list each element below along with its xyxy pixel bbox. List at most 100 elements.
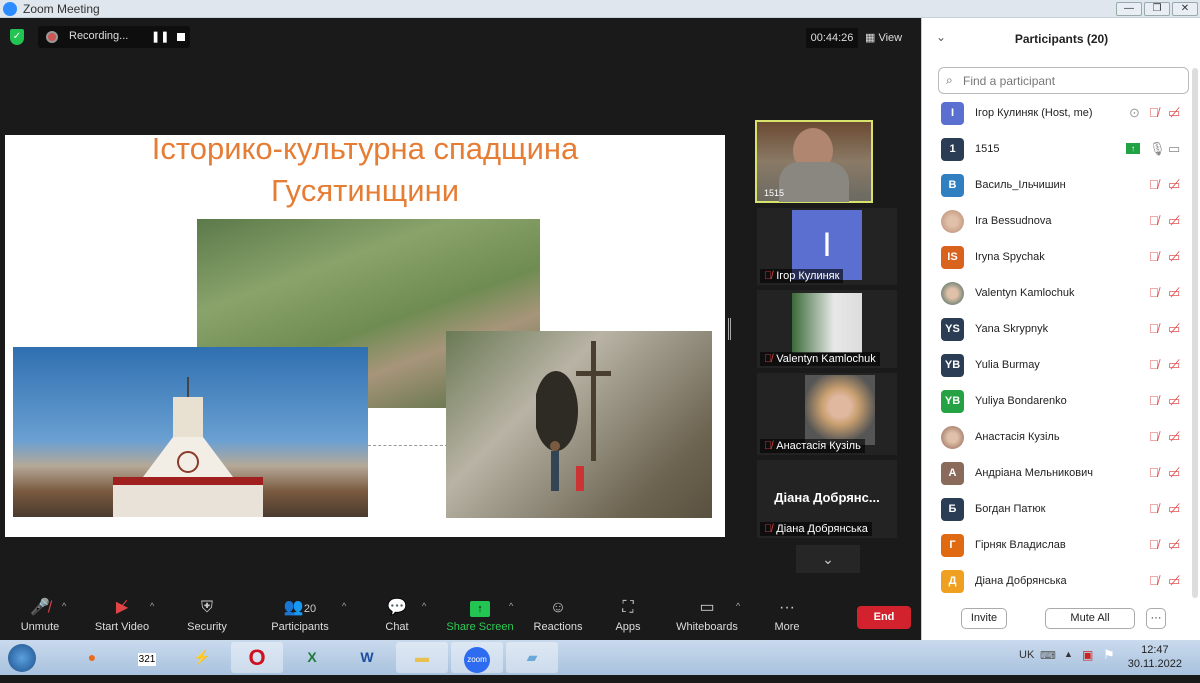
zoom-taskbar-button[interactable]: zoom: [451, 642, 503, 673]
participant-row[interactable]: YB Yulia Burmay 🎙̸ ▭̸: [922, 348, 1200, 384]
video-off-icon: ▭̸: [1168, 249, 1181, 264]
security-shield-icon[interactable]: ✓: [10, 29, 24, 45]
media-player-taskbar-button[interactable]: 321: [121, 642, 173, 673]
search-input[interactable]: ⌕ Find a participant: [938, 67, 1189, 94]
video-label: 🎙̸ Valentyn Kamlochuk: [760, 352, 880, 366]
participant-row[interactable]: Ira Bessudnova 🎙̸ ▭̸: [922, 204, 1200, 240]
participant-video: [805, 375, 875, 445]
mute-all-button[interactable]: Mute All: [1045, 608, 1135, 629]
participant-name: Ira Bessudnova: [975, 215, 1052, 227]
restore-button[interactable]: ❐: [1144, 2, 1170, 16]
view-grid-icon: ▦: [865, 32, 879, 44]
recording-dot-icon: [46, 31, 58, 43]
invite-button[interactable]: Invite: [961, 608, 1007, 629]
participant-row[interactable]: Г Гірняк Владислав 🎙̸ ▭̸: [922, 528, 1200, 564]
video-off-icon: ▭̸: [1168, 501, 1181, 516]
participants-button[interactable]: 👥20 Participants: [270, 595, 330, 633]
participant-name-display: Діана Добрянс...: [774, 490, 880, 505]
video-off-icon: ▭̸: [1168, 105, 1181, 120]
unmute-button[interactable]: 🎤̸ Unmute: [14, 595, 66, 633]
participant-name: Yana Skrypnyk: [975, 323, 1049, 335]
end-meeting-button[interactable]: End: [857, 606, 911, 629]
firefox-taskbar-button[interactable]: ●: [66, 642, 118, 673]
participant-row[interactable]: Д Діана Добрянська 🎙̸ ▭̸: [922, 564, 1200, 600]
audio-options-caret[interactable]: ^: [62, 601, 66, 611]
participant-name: Василь_Ільчишин: [975, 179, 1066, 191]
participant-row[interactable]: 1 1515 ↑ 🎙 ▭: [922, 132, 1200, 168]
participant-row[interactable]: YB Yuliya Bondarenko 🎙̸ ▭̸: [922, 384, 1200, 420]
muted-mic-icon: 🎤̸: [30, 599, 50, 616]
language-indicator[interactable]: UK: [1019, 649, 1034, 661]
notepad-taskbar-button[interactable]: ▰: [506, 642, 558, 673]
muted-mic-icon: 🎙̸: [1149, 429, 1159, 444]
action-center-flag-icon[interactable]: ⚑: [1103, 647, 1115, 663]
video-tile[interactable]: Діана Добрянс... 🎙̸ Діана Добрянська: [757, 460, 897, 538]
chat-icon: 💬: [387, 599, 407, 616]
keyboard-icon[interactable]: ⌨: [1040, 649, 1056, 662]
muted-mic-icon: 🎙̸: [764, 353, 773, 365]
show-hidden-icons-icon[interactable]: ▲: [1064, 649, 1073, 659]
start-button[interactable]: [2, 642, 42, 673]
reactions-button[interactable]: ☺ Reactions: [532, 595, 584, 633]
video-tile[interactable]: 🎙̸ Анастасія Кузіль: [757, 373, 897, 455]
shared-slide: Історико-культурна спадщина Гусятинщини: [5, 131, 725, 537]
start-video-button[interactable]: ▶̸ Start Video: [92, 595, 152, 633]
stop-recording-button[interactable]: [177, 33, 185, 41]
participant-row[interactable]: Б Богдан Патюк 🎙̸ ▭̸: [922, 492, 1200, 528]
view-button[interactable]: ▦ View: [865, 28, 915, 48]
chat-button[interactable]: 💬 Chat: [380, 595, 414, 633]
sharing-icon: ↑: [1126, 143, 1140, 154]
word-taskbar-button[interactable]: W: [341, 642, 393, 673]
participant-row[interactable]: Анастасія Кузіль 🎙̸ ▭̸: [922, 420, 1200, 456]
opera-taskbar-button[interactable]: O: [231, 642, 283, 673]
video-tile[interactable]: 🎙̸ Valentyn Kamlochuk: [757, 290, 897, 368]
excel-taskbar-button[interactable]: X: [286, 642, 338, 673]
share-screen-button[interactable]: ↑ Share Screen: [446, 595, 514, 633]
windows-taskbar: ● 321 ⚡ O X W ▬ zoom ▰ UK ⌨ ▲ ▣ ⚑ 12:47 3…: [0, 640, 1200, 675]
video-tile-active[interactable]: 1515: [755, 120, 873, 203]
video-options-caret[interactable]: ^: [150, 601, 154, 611]
explorer-taskbar-button[interactable]: ▬: [396, 642, 448, 673]
participant-row[interactable]: В Василь_Ільчишин 🎙̸ ▭̸: [922, 168, 1200, 204]
video-label: 🎙̸ Анастасія Кузіль: [760, 439, 865, 453]
participant-name: Ігор Кулиняк (Host, me): [975, 107, 1093, 119]
tray-app-icon[interactable]: ▣: [1082, 648, 1093, 662]
whiteboards-button[interactable]: ▭ Whiteboards: [674, 595, 740, 633]
scroll-down-button[interactable]: ⌄: [796, 545, 860, 573]
panel-resize-handle[interactable]: [728, 318, 731, 340]
more-options-button[interactable]: ···: [1146, 608, 1166, 629]
participant-row[interactable]: I Ігор Кулиняк (Host, me) ⊙ 🎙̸ ▭̸: [922, 96, 1200, 132]
more-button[interactable]: ··· More: [772, 595, 802, 633]
windows-logo-icon: [8, 644, 36, 672]
avatar: [941, 210, 964, 233]
avatar: В: [941, 174, 964, 197]
clock[interactable]: 12:47 30.11.2022: [1128, 643, 1182, 671]
chat-options-caret[interactable]: ^: [422, 601, 426, 611]
scrollbar[interactable]: [1192, 68, 1198, 598]
whiteboard-icon: ▭: [699, 599, 715, 616]
muted-mic-icon: 🎙̸: [764, 523, 773, 535]
whiteboards-options-caret[interactable]: ^: [736, 601, 740, 611]
video-label: 🎙̸ Ігор Кулиняк: [760, 269, 844, 283]
winamp-taskbar-button[interactable]: ⚡: [176, 642, 228, 673]
pause-recording-button[interactable]: ❚❚: [151, 30, 169, 43]
share-screen-icon: ↑: [446, 595, 514, 621]
security-button[interactable]: ⛨ Security: [183, 595, 231, 633]
participant-row[interactable]: Valentyn Kamlochuk 🎙̸ ▭̸: [922, 276, 1200, 312]
minimize-button[interactable]: —: [1116, 2, 1142, 16]
cross-illustration: [536, 341, 611, 491]
share-options-caret[interactable]: ^: [509, 601, 513, 611]
avatar: Д: [941, 570, 964, 593]
apps-button[interactable]: ⛶ Apps: [612, 595, 644, 633]
avatar: Г: [941, 534, 964, 557]
record-icon: ⊙: [1129, 105, 1140, 120]
participant-row[interactable]: YS Yana Skrypnyk 🎙̸ ▭̸: [922, 312, 1200, 348]
video-tile[interactable]: I 🎙̸ Ігор Кулиняк: [757, 208, 897, 285]
participants-options-caret[interactable]: ^: [342, 601, 346, 611]
video-off-icon: ▭̸: [1168, 465, 1181, 480]
participant-row[interactable]: А Андріана Мельникович 🎙̸ ▭̸: [922, 456, 1200, 492]
participant-row[interactable]: IS Iryna Spychak 🎙̸ ▭̸: [922, 240, 1200, 276]
close-button[interactable]: ✕: [1172, 2, 1198, 16]
meeting-timer: 00:44:26: [806, 28, 858, 48]
muted-mic-icon: 🎙̸: [764, 270, 773, 282]
